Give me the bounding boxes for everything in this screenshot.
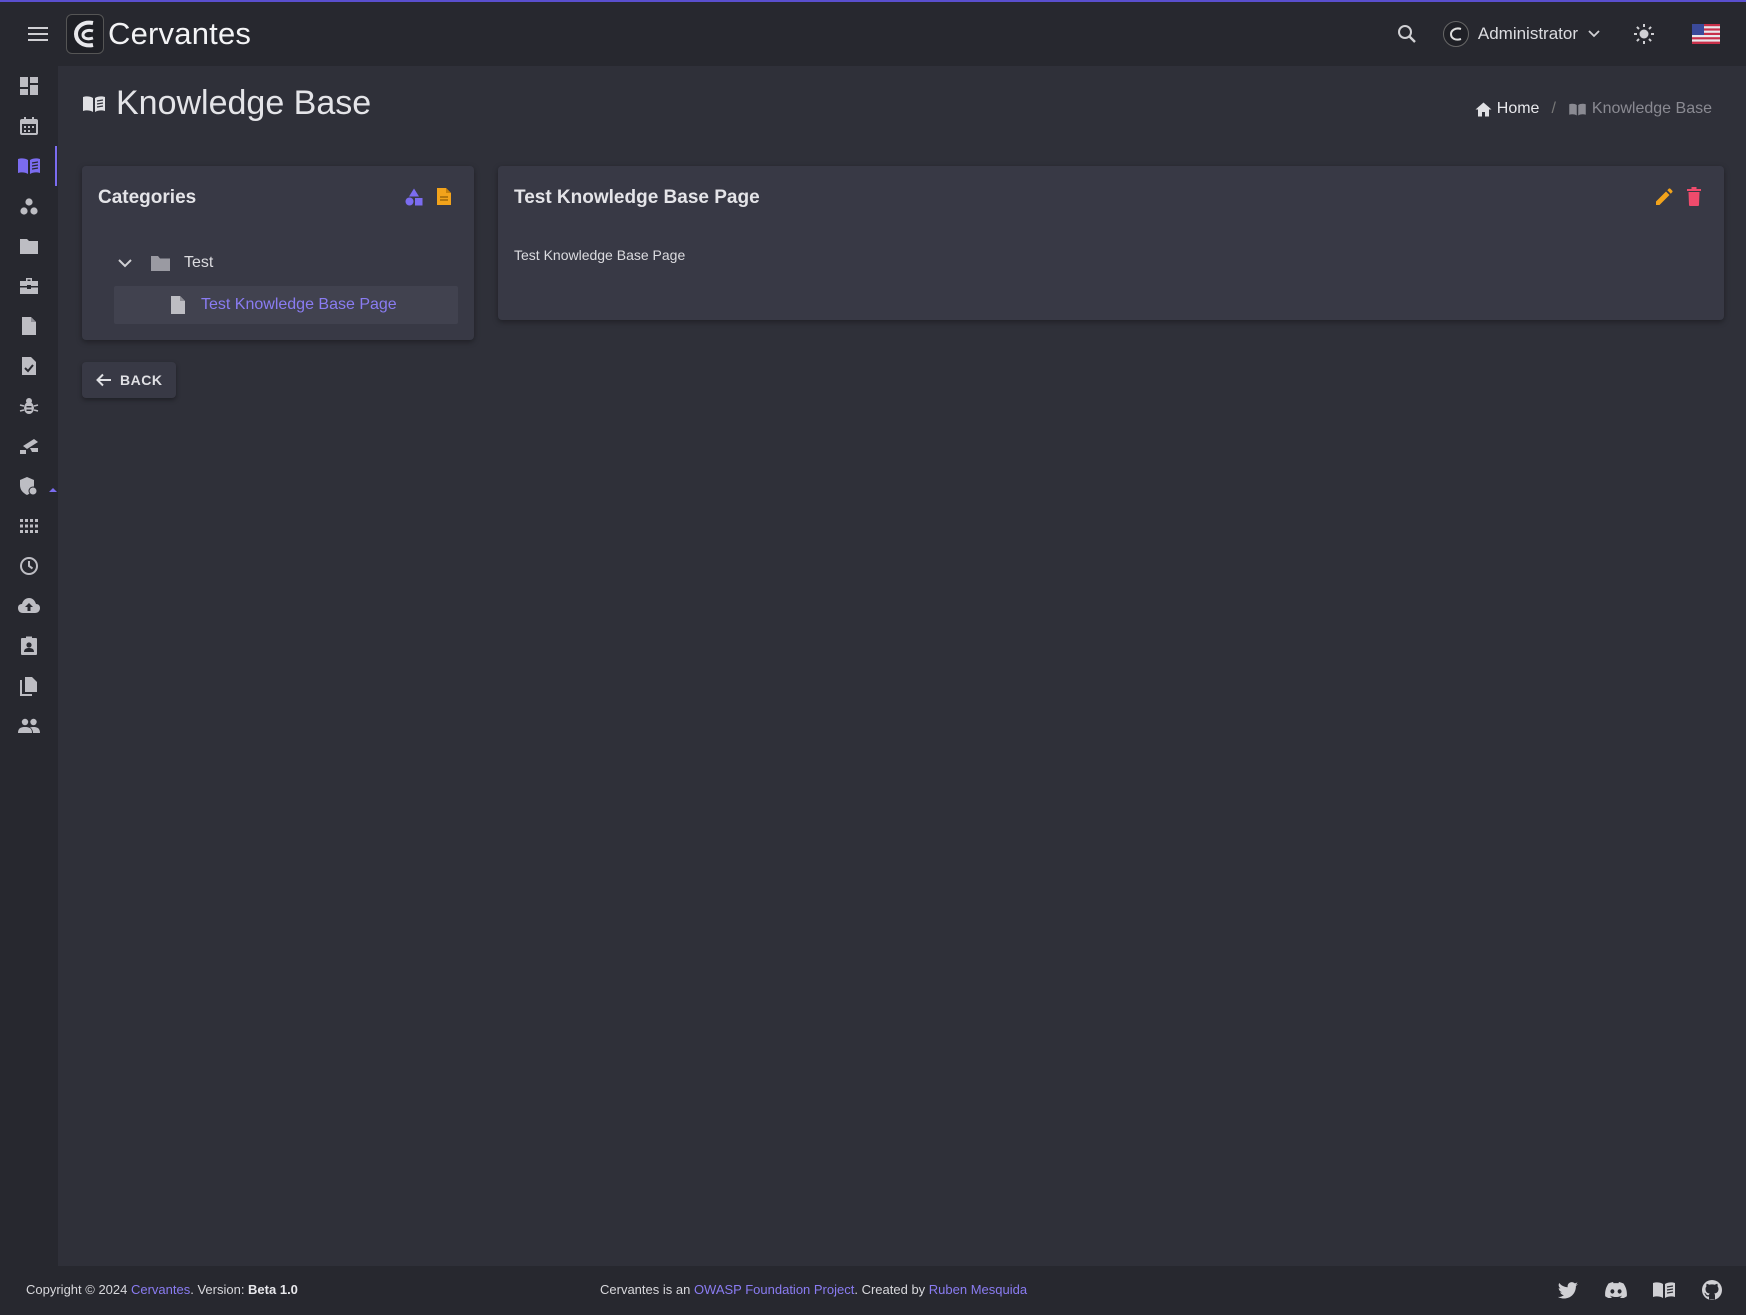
add-page-icon[interactable] xyxy=(436,187,452,206)
tasks-icon[interactable] xyxy=(0,266,58,306)
edit-icon[interactable] xyxy=(1655,188,1673,206)
sidebar xyxy=(0,66,58,1266)
article-title: Test Knowledge Base Page xyxy=(514,187,760,208)
footer-credits: Cervantes is an OWASP Foundation Project… xyxy=(600,1282,1027,1297)
back-label: BACK xyxy=(120,372,163,388)
chevron-down-icon[interactable] xyxy=(118,258,132,268)
categories-title: Categories xyxy=(98,187,197,208)
breadcrumb-separator: / xyxy=(1551,100,1556,117)
vulnerabilities-icon[interactable] xyxy=(0,386,58,426)
twitter-icon[interactable] xyxy=(1556,1278,1580,1302)
tree-page-label[interactable]: Test Knowledge Base Page xyxy=(201,296,397,314)
user-name: Administrator xyxy=(1477,24,1578,43)
app-title: Cervantes xyxy=(108,16,252,51)
tree-folder-test[interactable]: Test xyxy=(118,254,213,272)
chevron-down-icon xyxy=(1588,30,1600,38)
calendar-icon[interactable] xyxy=(0,106,58,146)
author-link[interactable]: Ruben Mesquida xyxy=(929,1282,1027,1297)
owasp-link[interactable]: OWASP Foundation Project xyxy=(694,1282,854,1297)
copyright-text: Copyright © 2024 xyxy=(26,1282,131,1297)
categories-card: Categories Test Test Knowledge Base Page xyxy=(82,166,474,340)
breadcrumb-current: Knowledge Base xyxy=(1568,100,1712,118)
article-card: Test Knowledge Base Page Test Knowledge … xyxy=(498,166,1724,320)
cervantes-link[interactable]: Cervantes xyxy=(131,1282,190,1297)
knowledge-base-icon[interactable] xyxy=(0,146,58,186)
home-icon xyxy=(1475,102,1492,117)
apps-icon[interactable] xyxy=(0,506,58,546)
knowledge-base-icon xyxy=(82,94,106,114)
targets-icon[interactable] xyxy=(0,426,58,466)
theme-toggle-icon[interactable] xyxy=(1624,14,1664,54)
knowledge-base-icon xyxy=(1568,102,1587,117)
tree-page-item[interactable]: Test Knowledge Base Page xyxy=(170,295,397,315)
projects-icon[interactable] xyxy=(0,226,58,266)
add-category-icon[interactable] xyxy=(405,188,423,206)
arrow-left-icon xyxy=(96,373,112,387)
templates-icon[interactable] xyxy=(0,666,58,706)
document-icon xyxy=(170,295,186,315)
discord-icon[interactable] xyxy=(1604,1278,1628,1302)
page-title: Knowledge Base xyxy=(116,84,372,122)
top-bar: Cervantes Administrator xyxy=(0,0,1746,66)
search-icon[interactable] xyxy=(1387,14,1427,54)
tree-folder-label: Test xyxy=(184,254,214,271)
user-menu[interactable]: Administrator xyxy=(1442,21,1600,47)
delete-icon[interactable] xyxy=(1687,187,1701,206)
github-icon[interactable] xyxy=(1700,1278,1724,1302)
app-logo[interactable] xyxy=(66,14,104,54)
history-icon[interactable] xyxy=(0,546,58,586)
menu-icon[interactable] xyxy=(18,14,58,54)
created-by-text: . Created by xyxy=(854,1282,929,1297)
clients-icon[interactable] xyxy=(0,186,58,226)
article-body: Test Knowledge Base Page xyxy=(514,247,686,263)
back-button[interactable]: BACK xyxy=(82,362,176,398)
documentation-icon[interactable] xyxy=(1652,1278,1676,1302)
checklists-icon[interactable] xyxy=(0,346,58,386)
breadcrumb-home-label: Home xyxy=(1496,100,1540,117)
version-value: Beta 1.0 xyxy=(248,1282,298,1297)
page-header: Knowledge Base xyxy=(82,84,371,123)
reports-icon[interactable] xyxy=(0,626,58,666)
folder-icon xyxy=(150,255,171,272)
footer-copyright: Copyright © 2024 Cervantes. Version: Bet… xyxy=(26,1282,298,1297)
breadcrumb-current-label: Knowledge Base xyxy=(1591,100,1712,117)
caret-up-icon xyxy=(49,480,57,498)
version-label: . Version: xyxy=(190,1282,249,1297)
documents-icon[interactable] xyxy=(0,306,58,346)
owasp-prefix: Cervantes is an xyxy=(600,1282,694,1297)
users-icon[interactable] xyxy=(0,706,58,746)
language-flag-icon[interactable] xyxy=(1686,14,1726,54)
dashboard-icon[interactable] xyxy=(0,66,58,106)
avatar xyxy=(1442,21,1469,47)
breadcrumb: Home / Knowledge Base xyxy=(1475,100,1712,118)
footer: Copyright © 2024 Cervantes. Version: Bet… xyxy=(0,1266,1746,1315)
upload-icon[interactable] xyxy=(0,586,58,626)
breadcrumb-home[interactable]: Home xyxy=(1475,100,1540,118)
